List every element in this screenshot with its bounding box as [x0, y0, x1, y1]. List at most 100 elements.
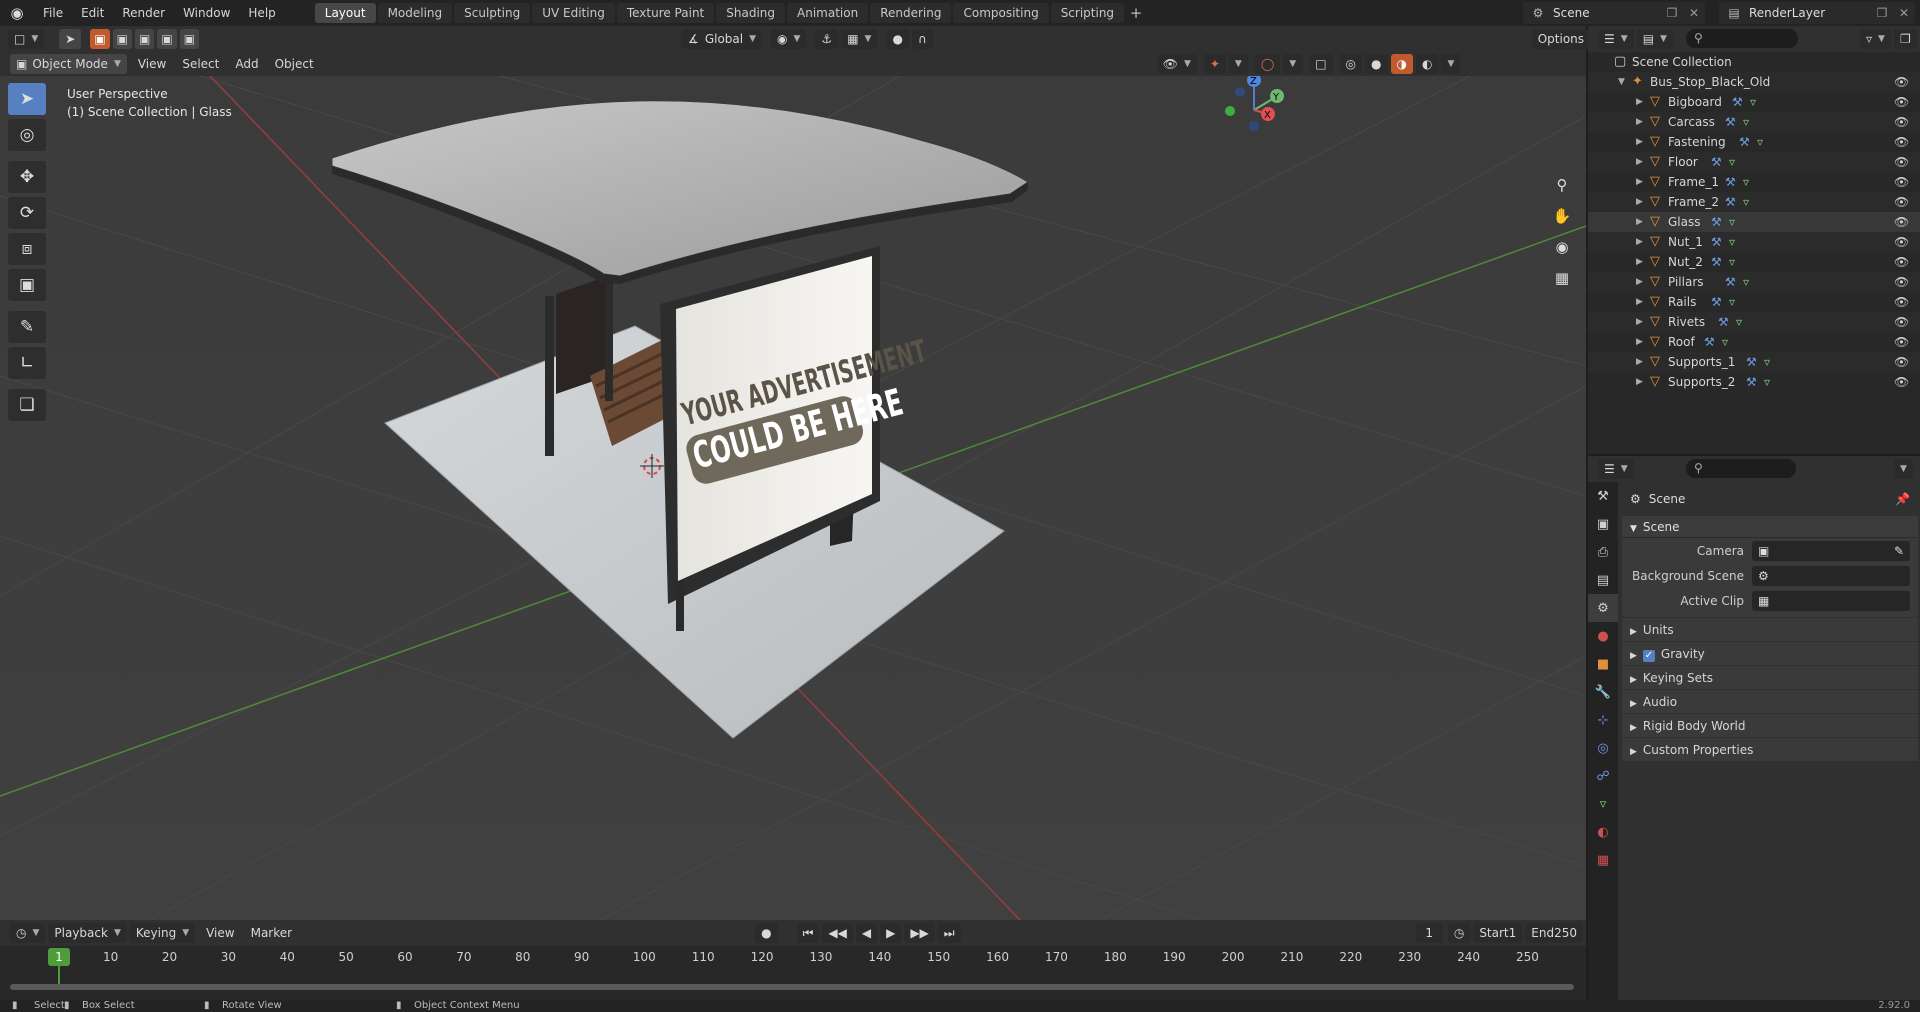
- expand-icon[interactable]: ▶: [1636, 292, 1643, 312]
- filter-dropdown[interactable]: ▿ ▼: [1860, 29, 1891, 49]
- outliner-item-bigboard[interactable]: ▶ ▽ Bigboard ⚒ ▿ 👁: [1588, 92, 1920, 112]
- shading-dropdown[interactable]: ▼: [1441, 53, 1461, 74]
- expand-icon[interactable]: ▶: [1636, 172, 1643, 192]
- expand-icon[interactable]: ▶: [1636, 272, 1643, 292]
- view-layer-tab-icon[interactable]: ▤: [1588, 566, 1618, 594]
- gizmo-neg-x[interactable]: [1249, 121, 1259, 131]
- particles-tab-icon[interactable]: ⊹: [1588, 706, 1618, 734]
- subpanel-units[interactable]: ▶ Units: [1622, 617, 1918, 641]
- wireframe-shading-icon[interactable]: ◎: [1339, 53, 1363, 74]
- modifier-wrench-icon[interactable]: ⚒: [1725, 192, 1736, 212]
- material-preview-shading-icon[interactable]: ◑: [1390, 53, 1413, 74]
- properties-options-dropdown[interactable]: ▼: [1894, 459, 1913, 479]
- scene-panel-header[interactable]: ▼ Scene: [1622, 516, 1918, 538]
- properties-editor-type-button[interactable]: ☰ ▼: [1598, 459, 1634, 479]
- transform-tool-icon[interactable]: ▣: [8, 269, 46, 301]
- outliner-item-supports-1[interactable]: ▶ ▽ Supports_1 ⚒ ▿ 👁: [1588, 352, 1920, 372]
- jump-end-icon[interactable]: ⏭: [937, 923, 961, 943]
- play-reverse-icon[interactable]: ◀: [855, 923, 878, 943]
- outliner-search-input[interactable]: ⚲: [1686, 29, 1798, 48]
- outliner-item-nut-1[interactable]: ▶ ▽ Nut_1 ⚒ ▿ 👁: [1588, 232, 1920, 252]
- visibility-eye-icon[interactable]: 👁: [1894, 212, 1909, 232]
- tab-modeling[interactable]: Modeling: [377, 3, 453, 23]
- gizmo-toggle-icon[interactable]: ✦: [1203, 53, 1226, 74]
- duplicate-layer-icon[interactable]: ❐: [1871, 6, 1893, 20]
- visibility-eye-icon[interactable]: 👁: [1894, 332, 1909, 352]
- gizmo-neg-z[interactable]: [1235, 87, 1245, 97]
- tab-sculpting[interactable]: Sculpting: [454, 3, 531, 23]
- add-menu[interactable]: Add: [227, 57, 266, 71]
- outliner-item-fastening[interactable]: ▶ ▽ Fastening ⚒ ▿ 👁: [1588, 132, 1920, 152]
- select-box-tool-icon[interactable]: ➤: [8, 83, 46, 115]
- pivot-point-dropdown[interactable]: ◉ ▼: [771, 28, 807, 49]
- outliner-item-frame-1[interactable]: ▶ ▽ Frame_1 ⚒ ▿ 👁: [1588, 172, 1920, 192]
- menu-help[interactable]: Help: [239, 0, 284, 26]
- tab-rendering[interactable]: Rendering: [870, 3, 952, 23]
- end-frame-field[interactable]: End 250: [1525, 923, 1583, 943]
- data-tab-icon[interactable]: ▿: [1588, 790, 1618, 818]
- expand-icon[interactable]: ▶: [1636, 252, 1643, 272]
- pin-icon[interactable]: 📌: [1895, 492, 1910, 506]
- outliner-item-pillars[interactable]: ▶ ▽ Pillars ⚒ ▿ 👁: [1588, 272, 1920, 292]
- close-scene-icon[interactable]: ✕: [1683, 6, 1705, 20]
- texture-tab-icon[interactable]: ▦: [1588, 846, 1618, 874]
- expand-icon[interactable]: ▶: [1636, 352, 1643, 372]
- modifier-wrench-icon[interactable]: ⚒: [1732, 92, 1743, 112]
- auto-keying-icon[interactable]: ●: [755, 923, 778, 943]
- scale-tool-icon[interactable]: ⧈: [8, 233, 46, 265]
- object-mode-dropdown[interactable]: ▣ Object Mode ▼: [10, 53, 127, 74]
- timeline-marker-menu[interactable]: Marker: [243, 926, 300, 940]
- mesh-data-icon[interactable]: ▿: [1729, 212, 1735, 232]
- outliner-item-carcass[interactable]: ▶ ▽ Carcass ⚒ ▿ 👁: [1588, 112, 1920, 132]
- visibility-eye-icon[interactable]: 👁: [1894, 92, 1909, 112]
- visibility-eye-icon[interactable]: 👁: [1894, 292, 1909, 312]
- solid-shading-icon[interactable]: ●: [1365, 53, 1388, 74]
- visibility-eye-icon[interactable]: 👁: [1894, 192, 1909, 212]
- expand-icon[interactable]: ▶: [1636, 132, 1643, 152]
- constraints-tab-icon[interactable]: ☍: [1588, 762, 1618, 790]
- subpanel-custom-properties[interactable]: ▶ Custom Properties: [1622, 737, 1918, 761]
- mesh-data-icon[interactable]: ▿: [1757, 132, 1763, 152]
- modifier-wrench-icon[interactable]: ⚒: [1746, 372, 1757, 392]
- playback-dropdown[interactable]: Playback ▼: [48, 923, 127, 943]
- billboard-leg-mesh[interactable]: [676, 581, 684, 631]
- properties-search-input[interactable]: ⚲: [1686, 459, 1796, 478]
- mesh-data-icon[interactable]: ▿: [1729, 152, 1735, 172]
- outliner-item-glass[interactable]: ▶ ▽ Glass ⚒ ▿ 👁: [1588, 212, 1920, 232]
- visibility-eye-icon[interactable]: 👁: [1894, 72, 1909, 92]
- subpanel-keying-sets[interactable]: ▶ Keying Sets: [1622, 665, 1918, 689]
- mesh-data-icon[interactable]: ▿: [1743, 192, 1749, 212]
- zoom-icon[interactable]: ⚲: [1548, 171, 1576, 199]
- current-frame-marker[interactable]: 1: [48, 948, 70, 966]
- visibility-dropdown[interactable]: 👁 ▼: [1156, 53, 1197, 74]
- timeline-body[interactable]: 1 10 20 30 40 50 60 70 80 90 100 110 120 130 140 150 16…: [0, 946, 1586, 1000]
- gizmo-neg-y[interactable]: [1225, 106, 1235, 116]
- gizmo-dropdown[interactable]: ▼: [1228, 53, 1248, 74]
- menu-render[interactable]: Render: [113, 0, 174, 26]
- menu-window[interactable]: Window: [174, 0, 239, 26]
- outliner-item-rails[interactable]: ▶ ▽ Rails ⚒ ▿ 👁: [1588, 292, 1920, 312]
- scene-tab-icon[interactable]: ⚙: [1588, 594, 1618, 622]
- editor-type-button[interactable]: □ ▼: [8, 28, 45, 49]
- modifier-tab-icon[interactable]: 🔧: [1588, 678, 1618, 706]
- annotate-tool-icon[interactable]: ✎: [8, 311, 46, 343]
- new-collection-icon[interactable]: ❐: [1894, 29, 1917, 49]
- modifier-wrench-icon[interactable]: ⚒: [1725, 172, 1736, 192]
- current-frame-field[interactable]: 1: [1415, 923, 1443, 943]
- gravity-checkbox[interactable]: ✓: [1642, 650, 1655, 662]
- object-menu[interactable]: Object: [267, 57, 322, 71]
- modifier-wrench-icon[interactable]: ⚒: [1711, 292, 1722, 312]
- proportional-edit-icon[interactable]: ●: [886, 28, 909, 49]
- modifier-wrench-icon[interactable]: ⚒: [1725, 112, 1736, 132]
- material-tab-icon[interactable]: ◐: [1588, 818, 1618, 846]
- mesh-data-icon[interactable]: ▿: [1750, 92, 1756, 112]
- snap-target-dropdown[interactable]: ▦ ▼: [841, 28, 878, 49]
- measure-tool-icon[interactable]: ∟: [8, 347, 46, 379]
- expand-icon[interactable]: ▶: [1636, 152, 1643, 172]
- outliner-item-frame-2[interactable]: ▶ ▽ Frame_2 ⚒ ▿ 👁: [1588, 192, 1920, 212]
- expand-icon[interactable]: ▶: [1636, 112, 1643, 132]
- rear-pillar-mesh[interactable]: [545, 296, 554, 456]
- select-mode-subtract-icon[interactable]: ▣: [135, 28, 155, 49]
- snap-toggle-icon[interactable]: ⚓: [815, 28, 839, 49]
- outliner-editor-type-button[interactable]: ☰ ▼: [1598, 29, 1634, 49]
